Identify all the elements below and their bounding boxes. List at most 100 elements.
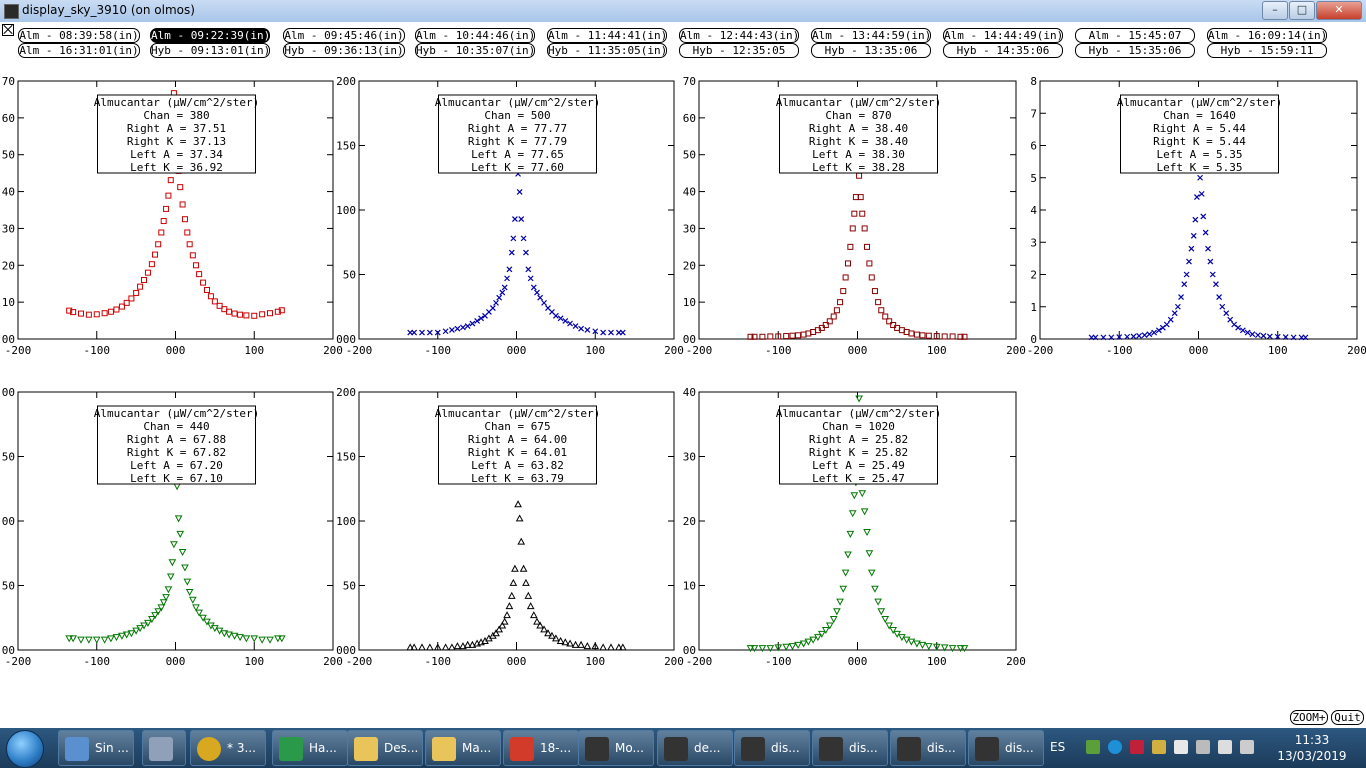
- time-button[interactable]: Hyb - 12:35:05: [679, 43, 799, 58]
- taskbar-button[interactable]: de...: [657, 730, 733, 766]
- security-icon[interactable]: [1130, 740, 1144, 754]
- data-point: [101, 310, 108, 317]
- data-point: [69, 635, 77, 643]
- time-button[interactable]: Alm - 15:45:07: [1075, 28, 1195, 43]
- device-icon[interactable]: [1196, 740, 1210, 754]
- time-button[interactable]: Alm - 10:44:46(in): [415, 28, 535, 43]
- language-indicator[interactable]: ES: [1050, 740, 1065, 754]
- y-tick-label: 40: [2, 186, 15, 199]
- legend-entry: Right K = 25.82: [809, 446, 908, 459]
- data-point: [93, 311, 100, 318]
- quit-button[interactable]: Quit: [1331, 710, 1364, 725]
- time-button[interactable]: Alm - 11:44:41(in): [547, 28, 667, 43]
- minimize-button[interactable]: –: [1262, 1, 1288, 20]
- data-point: [1282, 334, 1289, 340]
- data-point: [503, 611, 511, 619]
- taskbar-button[interactable]: * 3...: [190, 730, 266, 766]
- taskbar-button[interactable]: Mo...: [578, 730, 654, 766]
- xwin-icon: [741, 737, 765, 761]
- data-point: [536, 621, 544, 629]
- time-button[interactable]: Alm - 13:44:59(in): [811, 28, 931, 43]
- time-button[interactable]: Alm - 09:45:46(in): [283, 28, 405, 43]
- legend-entry: Chan = 1020: [822, 420, 895, 433]
- data-point: [599, 643, 607, 651]
- clock[interactable]: 11:33 13/03/2019: [1272, 732, 1352, 764]
- taskbar-button[interactable]: Sin ...: [58, 730, 134, 766]
- skype-icon[interactable]: [1108, 740, 1122, 754]
- data-point: [1130, 333, 1137, 340]
- start-button[interactable]: [6, 730, 44, 768]
- data-point: [1124, 333, 1131, 340]
- time-button[interactable]: Alm - 14:44:49(in): [943, 28, 1063, 43]
- taskbar-button[interactable]: dis...: [968, 730, 1044, 766]
- time-button[interactable]: Hyb - 10:35:07(in): [415, 43, 535, 58]
- zoom-button[interactable]: ZOOM+: [1290, 710, 1328, 725]
- data-point: [1159, 324, 1166, 331]
- time-button[interactable]: Alm - 12:44:43(in): [679, 28, 799, 43]
- y-tick-label: 00: [683, 644, 696, 657]
- taskbar-label: * 3...: [227, 741, 256, 755]
- legend-box: [97, 405, 256, 485]
- legend-entry: Left K = 5.35: [1156, 161, 1242, 174]
- time-button[interactable]: Hyb - 09:36:13(in): [283, 43, 405, 58]
- volume-icon[interactable]: [1240, 740, 1254, 754]
- time-button[interactable]: Hyb - 11:35:05(in): [547, 43, 667, 58]
- data-point: [941, 333, 948, 340]
- xwin-icon: [819, 737, 843, 761]
- data-series: [1088, 174, 1309, 341]
- data-point: [829, 616, 838, 624]
- legend-entry: Right A = 67.88: [127, 433, 226, 446]
- taskbar-label: dis...: [771, 741, 800, 755]
- data-point: [151, 612, 159, 620]
- legend-entry: Left K = 63.79: [471, 472, 564, 485]
- x-tick-label: -200: [346, 655, 373, 668]
- time-button[interactable]: Alm - 08:39:58(in): [18, 28, 140, 43]
- y-tick-label: 2: [1030, 269, 1037, 282]
- taskbar-button[interactable]: dis...: [812, 730, 888, 766]
- data-point: [552, 634, 560, 642]
- data-point: [174, 98, 181, 105]
- taskbar-button[interactable]: Ma...: [425, 730, 501, 766]
- time-button[interactable]: Hyb - 14:35:06: [943, 43, 1063, 58]
- data-point: [1200, 213, 1207, 220]
- time-button[interactable]: Hyb - 15:59:11: [1207, 43, 1327, 58]
- taskbar-button[interactable]: dis...: [890, 730, 966, 766]
- taskbar-button[interactable]: Ha...: [272, 730, 348, 766]
- legend-entry: Right K = 67.82: [127, 446, 226, 459]
- taskbar-button[interactable]: Des...: [347, 730, 423, 766]
- data-point: [141, 277, 147, 284]
- taskbar-button[interactable]: 18-...: [503, 730, 579, 766]
- time-button[interactable]: Hyb - 13:35:06: [811, 43, 931, 58]
- taskbar-button[interactable]: [142, 730, 186, 766]
- time-button[interactable]: Hyb - 09:13:01(in): [150, 43, 270, 58]
- window-titlebar[interactable]: display_sky_3910 (on olmos) – □ ✕: [0, 0, 1366, 23]
- data-point: [170, 90, 177, 97]
- data-point: [783, 333, 790, 340]
- legend-entry: Chan = 380: [143, 109, 209, 122]
- data-point: [525, 266, 532, 273]
- data-point: [178, 548, 187, 557]
- plot-frame: [17, 391, 334, 651]
- x-tick-label: -100: [765, 344, 792, 357]
- close-box-icon[interactable]: [2, 24, 14, 36]
- network-icon[interactable]: [1218, 740, 1232, 754]
- time-button[interactable]: Hyb - 15:35:06: [1075, 43, 1195, 58]
- update-icon[interactable]: [1152, 740, 1166, 754]
- time-button[interactable]: Alm - 09:22:39(in): [150, 28, 270, 43]
- data-point: [534, 289, 540, 296]
- flag-icon[interactable]: [1174, 740, 1188, 754]
- data-point: [158, 229, 165, 236]
- time-button[interactable]: Alm - 16:31:01(in): [18, 43, 140, 58]
- taskbar-button[interactable]: dis...: [734, 730, 810, 766]
- data-point: [874, 598, 882, 606]
- data-point: [932, 643, 941, 651]
- maximize-button[interactable]: □: [1289, 1, 1315, 20]
- close-button[interactable]: ✕: [1316, 1, 1362, 20]
- y-tick-label: 6: [1030, 140, 1037, 153]
- data-point: [463, 640, 472, 648]
- data-point: [1231, 321, 1238, 328]
- data-point: [607, 643, 615, 651]
- time-button[interactable]: Alm - 16:09:14(in): [1207, 28, 1327, 43]
- data-point: [1188, 245, 1195, 252]
- shield-icon[interactable]: [1086, 740, 1100, 754]
